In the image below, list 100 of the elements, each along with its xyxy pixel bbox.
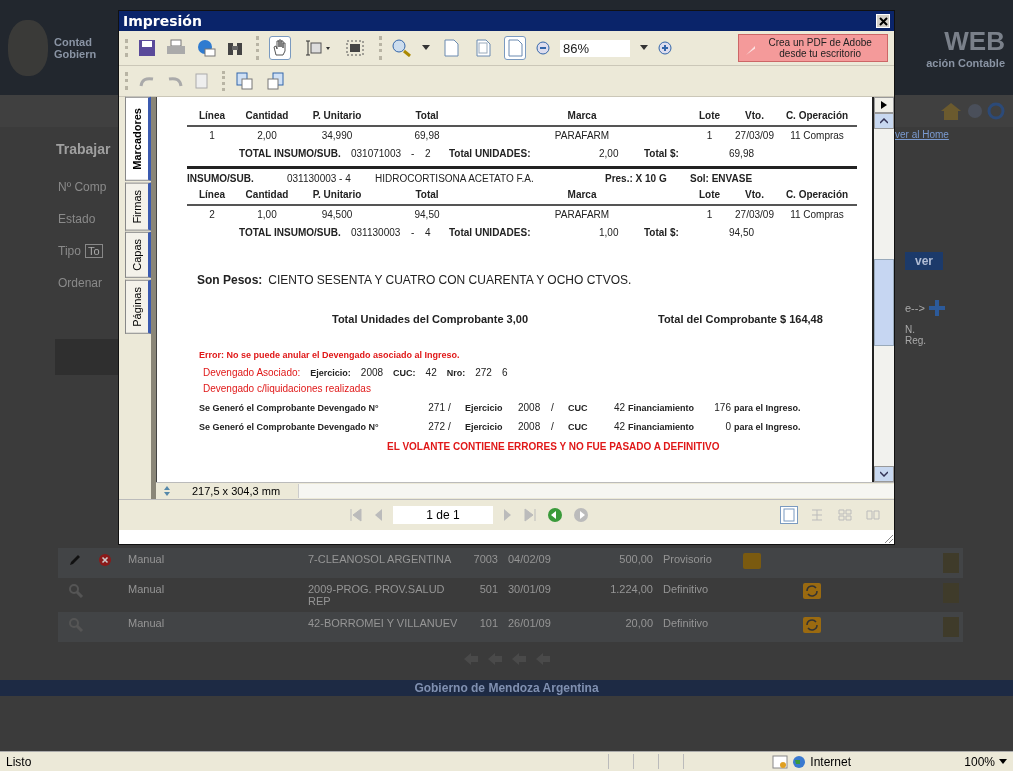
table-cell-text: 27/03/09 [734, 209, 775, 221]
column-header: Línea [197, 110, 227, 122]
pencil-icon[interactable] [68, 553, 82, 567]
table-cell-text: Manual [128, 553, 166, 565]
document-icon[interactable] [943, 617, 959, 637]
associated-field: CUC: [393, 367, 416, 379]
generated-text: / [551, 402, 555, 414]
rotate-right-icon[interactable] [235, 71, 255, 91]
generated-text: / [448, 421, 452, 433]
table-cell-text: 1 [705, 209, 714, 221]
crest-icon [8, 19, 48, 76]
caret-icon[interactable] [640, 45, 648, 51]
scroll-down-button[interactable] [874, 466, 894, 482]
column-header: N. Reg. [905, 324, 928, 346]
zoom-button[interactable]: 100% [964, 754, 995, 769]
table-cell-text: 2 [208, 209, 216, 221]
form-label: Tipo [58, 244, 81, 258]
close-button[interactable] [876, 14, 890, 28]
product-text: 031130003 - 4 [287, 173, 352, 185]
type-field[interactable]: To [84, 244, 103, 258]
save-icon[interactable] [138, 39, 156, 57]
total-amount: Total del Comprobante $ 164,48 [658, 313, 823, 325]
section-title: Trabajar [56, 141, 112, 157]
caret-icon[interactable] [999, 758, 1007, 765]
table-cell-text: 30/01/09 [507, 583, 552, 595]
email-globe-icon[interactable] [196, 39, 216, 57]
home-icon[interactable] [939, 101, 963, 121]
copy-icon[interactable] [194, 72, 210, 90]
create-pdf-button[interactable]: Crea un PDF de Adobe desde tu escritorio [738, 34, 888, 62]
column-header: Vto. [744, 189, 765, 201]
horizontal-scrollbar[interactable] [298, 484, 894, 498]
help-icon[interactable] [967, 103, 983, 119]
total-text: - [411, 148, 416, 160]
caret-icon[interactable] [422, 45, 430, 51]
document-icon[interactable] [943, 553, 959, 573]
table-cell-text: Manual [128, 583, 166, 595]
column-header: Cantidad [244, 189, 290, 201]
print-icon[interactable] [166, 39, 186, 57]
vertical-scrollbar[interactable] [872, 97, 894, 482]
zoom-field[interactable]: 86% [560, 39, 630, 57]
next-link[interactable]: e--> [905, 302, 925, 314]
rotate-left-icon[interactable] [265, 71, 285, 91]
product-text: Pres.: X 10 G [605, 173, 668, 185]
search-button[interactable]: ver [905, 252, 944, 270]
associated-field: Ejercicio: [310, 367, 351, 379]
scroll-up-button[interactable] [874, 113, 894, 129]
delete-icon[interactable] [98, 553, 112, 567]
table-cell-text: Provisorio [662, 553, 713, 565]
total-text: Total $: [644, 148, 680, 160]
generated-text: 42 [612, 402, 625, 414]
generated-text: 0 [724, 421, 731, 433]
hand-tool-button[interactable] [269, 36, 291, 60]
page-field[interactable]: 1 de 1 [393, 506, 493, 524]
associated-field: 272 [475, 367, 492, 379]
power-icon[interactable] [987, 102, 1005, 120]
table-cell-text: 101 [478, 617, 498, 629]
resize-grip-icon[interactable] [882, 532, 894, 544]
chevron-up-icon [880, 118, 888, 124]
side-tab[interactable]: Firmas [125, 182, 151, 231]
associated-field: 6 [501, 367, 508, 379]
back-icon[interactable] [547, 507, 563, 523]
side-tab[interactable]: Páginas [125, 280, 151, 334]
zoom-plus-icon[interactable] [658, 41, 672, 55]
table-cell-text: 20,00 [624, 617, 653, 629]
note-text: Devengado c/liquidaciones realizadas [203, 383, 372, 395]
page-view-button[interactable] [504, 36, 526, 60]
zoom-in-icon[interactable] [392, 39, 412, 57]
next-page-icon[interactable] [503, 508, 513, 522]
generated-text: Financiamiento [628, 421, 695, 433]
table-cell-text: 11 Compras [789, 130, 845, 142]
table-cell-text: Manual [128, 617, 166, 629]
associated-field: 2008 [360, 367, 384, 379]
organization-name: Gobiern [54, 47, 97, 60]
side-tab[interactable]: Marcadores [125, 97, 151, 181]
page-layout-button[interactable] [780, 506, 798, 524]
verdict-message: EL VOLANTE CONTIENE ERRORES Y NO FUE PASADO A DEFINITIVO [387, 441, 721, 453]
column-header: Vto. [744, 110, 765, 122]
scroll-thumb[interactable] [874, 259, 894, 346]
redo-icon[interactable] [166, 74, 184, 88]
table-cell-text: Definitivo [662, 583, 710, 595]
last-page-icon[interactable] [523, 508, 537, 522]
table-cell-text: 69,98 [413, 130, 441, 142]
first-page-icon[interactable] [349, 508, 363, 522]
panel-toggle-icon[interactable] [881, 101, 887, 109]
side-tab[interactable]: Capas [125, 232, 151, 279]
generated-text: 2008 [518, 402, 542, 414]
total-text: Total $: [644, 227, 680, 239]
page-layout-button[interactable] [836, 506, 854, 524]
generated-text: 271 [427, 402, 445, 414]
plus-icon[interactable] [928, 300, 945, 316]
column-header: Marca [566, 189, 598, 201]
previous-page-icon[interactable] [373, 508, 383, 522]
forward-icon[interactable] [573, 507, 589, 523]
magnifier-icon[interactable] [68, 583, 84, 599]
chevron-down-icon [880, 471, 888, 477]
zoom-out-icon[interactable] [536, 41, 550, 55]
undo-icon[interactable] [138, 74, 156, 88]
table-cell-text: PARAFARM [553, 130, 611, 142]
home-link[interactable]: ver al Home [895, 129, 949, 140]
form-label: Nº Comp [58, 180, 107, 194]
